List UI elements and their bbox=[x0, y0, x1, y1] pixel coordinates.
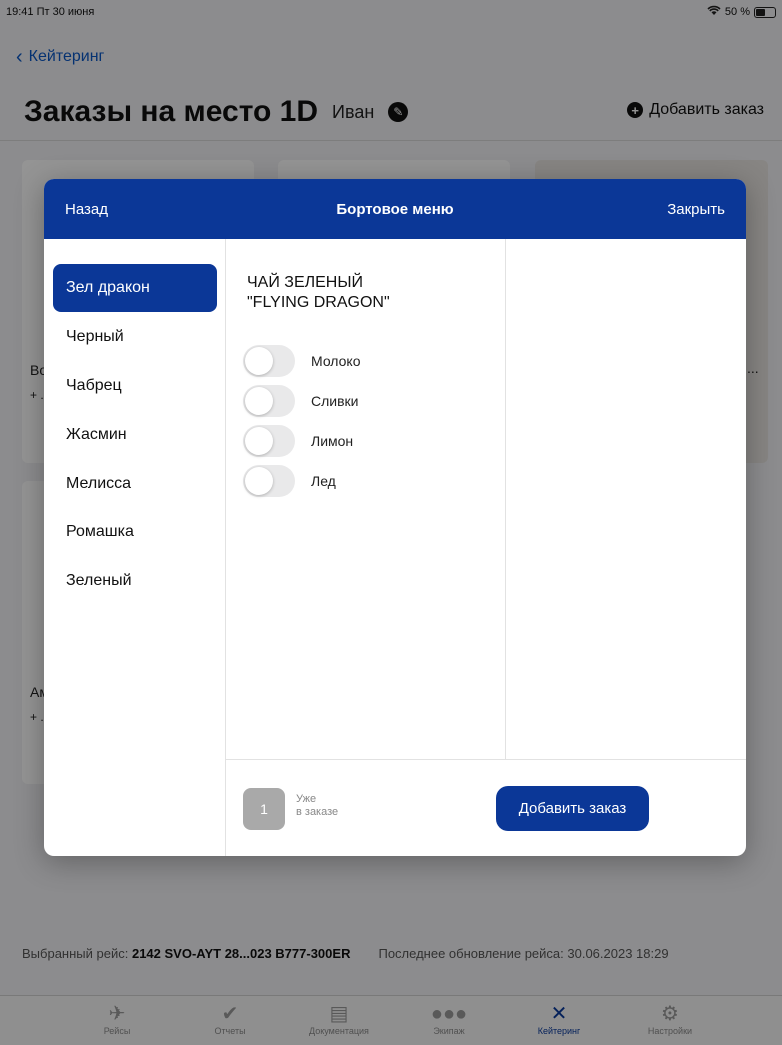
product-detail: ЧАЙ ЗЕЛЕНЫЙ "FLYING DRAGON" Молоко Сливк… bbox=[226, 239, 506, 759]
option-row-cream: Сливки bbox=[243, 385, 483, 419]
modal-title: Бортовое меню bbox=[336, 201, 454, 218]
product-title-line1: ЧАЙ ЗЕЛЕНЫЙ bbox=[247, 274, 364, 291]
toggle-knob bbox=[245, 467, 273, 495]
quantity-caption: Уже в заказе bbox=[296, 793, 338, 819]
modal-footer: 1 Уже в заказе Добавить заказ bbox=[226, 759, 746, 856]
product-title: ЧАЙ ЗЕЛЕНЫЙ "FLYING DRAGON" bbox=[247, 273, 390, 313]
option-toggle-lemon[interactable] bbox=[243, 425, 295, 457]
add-order-button[interactable]: Добавить заказ bbox=[496, 786, 649, 831]
category-item-black[interactable]: Черный bbox=[53, 313, 217, 361]
quantity-caption-line1: Уже bbox=[296, 793, 317, 805]
modal-close-button[interactable]: Закрыть bbox=[667, 201, 725, 218]
option-row-milk: Молоко bbox=[243, 345, 483, 379]
toggle-knob bbox=[245, 347, 273, 375]
modal-header: Бортовое меню Назад Закрыть bbox=[44, 179, 746, 239]
quantity-badge: 1 bbox=[243, 788, 285, 830]
option-toggle-milk[interactable] bbox=[243, 345, 295, 377]
option-label: Лед bbox=[311, 473, 336, 489]
option-label: Лимон bbox=[311, 433, 354, 449]
category-item-thyme[interactable]: Чабрец bbox=[53, 362, 217, 410]
option-toggle-cream[interactable] bbox=[243, 385, 295, 417]
onboard-menu-modal: Бортовое меню Назад Закрыть Зел дракон Ч… bbox=[44, 179, 746, 856]
category-item-melissa[interactable]: Мелисса bbox=[53, 460, 217, 508]
option-row-ice: Лед bbox=[243, 465, 483, 499]
option-label: Сливки bbox=[311, 393, 359, 409]
extra-pane bbox=[506, 239, 746, 759]
product-title-line2: "FLYING DRAGON" bbox=[247, 294, 390, 311]
category-sidebar: Зел дракон Черный Чабрец Жасмин Мелисса … bbox=[44, 239, 226, 856]
toggle-knob bbox=[245, 427, 273, 455]
category-item-green-dragon[interactable]: Зел дракон bbox=[53, 264, 217, 312]
option-toggle-ice[interactable] bbox=[243, 465, 295, 497]
option-row-lemon: Лимон bbox=[243, 425, 483, 459]
option-label: Молоко bbox=[311, 353, 361, 369]
category-item-jasmine[interactable]: Жасмин bbox=[53, 411, 217, 459]
quantity-caption-line2: в заказе bbox=[296, 806, 339, 818]
category-item-chamomile[interactable]: Ромашка bbox=[53, 508, 217, 556]
modal-back-button[interactable]: Назад bbox=[65, 201, 108, 218]
toggle-knob bbox=[245, 387, 273, 415]
category-item-green[interactable]: Зеленый bbox=[53, 557, 217, 605]
